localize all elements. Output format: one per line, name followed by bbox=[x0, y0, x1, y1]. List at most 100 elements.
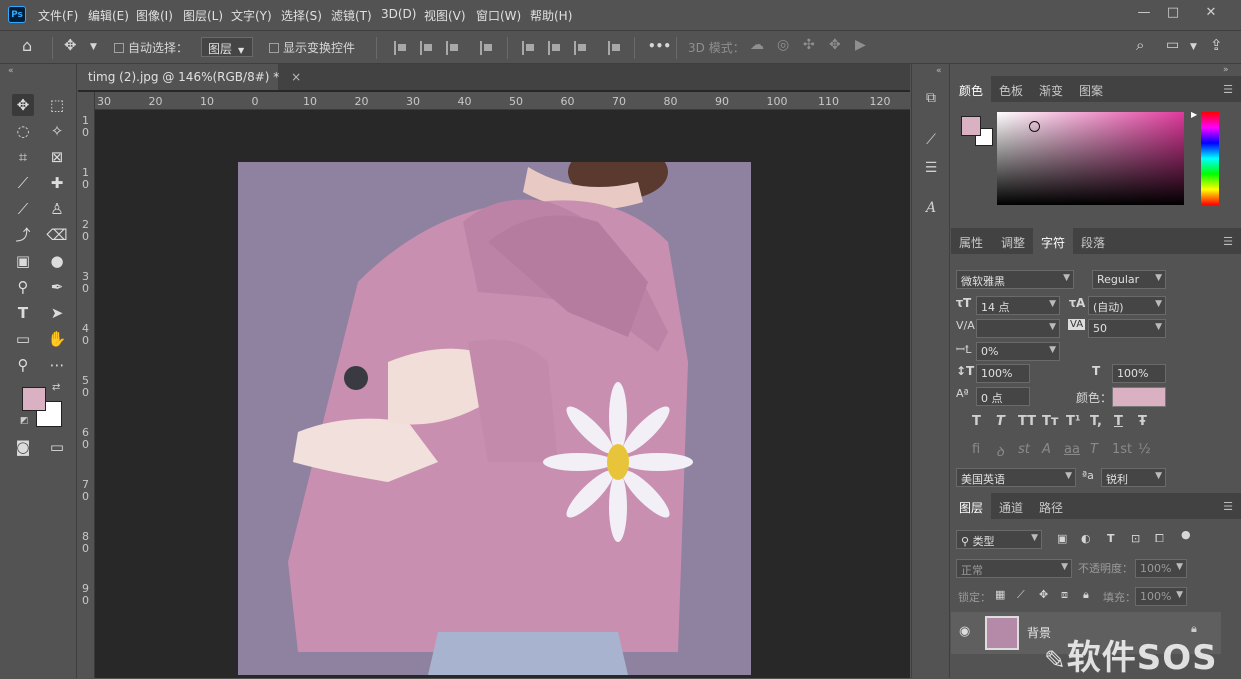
filter-shape-icon[interactable]: ⊡ bbox=[1131, 532, 1140, 545]
3d-slide-icon[interactable]: ✥ bbox=[829, 37, 841, 53]
quick-mask-icon[interactable]: ◙ bbox=[12, 436, 34, 458]
faux-bold-button[interactable]: T bbox=[972, 414, 981, 429]
menu-layer[interactable]: 图层(L) bbox=[183, 7, 223, 24]
horizontal-scale-field[interactable]: 100% bbox=[1112, 364, 1166, 383]
auto-select-dropdown[interactable]: 图层 ▼ bbox=[201, 37, 253, 57]
panel-menu-icon[interactable]: ☰ bbox=[1223, 83, 1233, 96]
color-fg-swatch[interactable] bbox=[961, 116, 981, 136]
menu-image[interactable]: 图像(I) bbox=[136, 7, 173, 24]
eyedropper-icon[interactable]: ⟋ bbox=[12, 172, 34, 194]
gradient-tool-icon[interactable]: ▣ bbox=[12, 250, 34, 272]
filter-adjustment-icon[interactable]: ◐ bbox=[1081, 532, 1091, 545]
type-tool-icon[interactable]: T bbox=[12, 302, 34, 324]
brush-tool-icon[interactable]: ⟋ bbox=[12, 198, 34, 220]
chevron-down-icon[interactable]: ▼ bbox=[1190, 42, 1197, 52]
auto-select-checkbox[interactable]: 自动选择： bbox=[114, 39, 188, 56]
marquee-tool-icon[interactable]: ⬚ bbox=[46, 94, 68, 116]
tab-channels[interactable]: 通道 bbox=[991, 493, 1031, 519]
crop-tool-icon[interactable]: ⌗ bbox=[12, 146, 34, 168]
align-left-icon[interactable] bbox=[394, 41, 408, 55]
screen-mode-icon[interactable]: ▭ bbox=[46, 436, 68, 458]
horizontal-ruler[interactable]: 30 20 10 0 10 20 30 40 50 60 70 80 90 100 110 120 bbox=[95, 92, 910, 110]
brush-settings-icon[interactable]: ⟋ bbox=[920, 132, 942, 152]
titling-alternates-button[interactable]: T bbox=[1090, 442, 1098, 457]
default-colors-icon[interactable]: ◩ bbox=[20, 416, 29, 426]
menu-3d[interactable]: 3D(D) bbox=[381, 7, 416, 21]
menu-file[interactable]: 文件(F) bbox=[38, 7, 78, 24]
align-right-icon[interactable] bbox=[446, 41, 460, 55]
workspace-icon[interactable]: ▭ bbox=[1166, 37, 1179, 53]
align-bottom-icon[interactable] bbox=[574, 41, 588, 55]
search-icon[interactable]: ⌕ bbox=[1136, 36, 1144, 54]
lock-transparent-icon[interactable]: ▦ bbox=[995, 588, 1005, 601]
menu-type[interactable]: 文字(Y) bbox=[231, 7, 272, 24]
blur-tool-icon[interactable]: ● bbox=[46, 250, 68, 272]
color-field[interactable] bbox=[997, 112, 1184, 205]
lasso-tool-icon[interactable]: ◌ bbox=[12, 120, 34, 142]
zoom-tool-icon[interactable]: ⚲ bbox=[12, 354, 34, 376]
path-selection-icon[interactable]: ➤ bbox=[46, 302, 68, 324]
font-size-field[interactable]: 14 点 ▼ bbox=[976, 296, 1060, 315]
tab-adjustments[interactable]: 调整 bbox=[993, 228, 1033, 254]
hand-tool-icon[interactable]: ✋ bbox=[46, 328, 68, 350]
menu-window[interactable]: 窗口(W) bbox=[476, 7, 521, 24]
tab-paths[interactable]: 路径 bbox=[1031, 493, 1071, 519]
distribute-icon[interactable] bbox=[480, 41, 494, 55]
ordinals-button[interactable]: 1st bbox=[1112, 442, 1132, 457]
close-window-button[interactable]: ✕ bbox=[1199, 4, 1223, 22]
show-transform-checkbox[interactable]: 显示变换控件 bbox=[269, 39, 355, 56]
eye-visibility-icon[interactable]: ◉ bbox=[959, 624, 970, 639]
lock-artboard-icon[interactable]: ⧈ bbox=[1061, 588, 1068, 602]
dodge-tool-icon[interactable]: ⚲ bbox=[12, 276, 34, 298]
fill-field[interactable]: 100% ▼ bbox=[1135, 587, 1187, 606]
pen-tool-icon[interactable]: ✒ bbox=[46, 276, 68, 298]
canvas-image[interactable] bbox=[238, 162, 751, 675]
opacity-field[interactable]: 100% ▼ bbox=[1135, 559, 1187, 578]
font-style-select[interactable]: Regular ▼ bbox=[1092, 270, 1166, 289]
lock-image-icon[interactable]: ⟋ bbox=[1017, 588, 1025, 602]
rectangle-tool-icon[interactable]: ▭ bbox=[12, 328, 34, 350]
tab-color[interactable]: 颜色 bbox=[951, 76, 992, 102]
tab-gradients[interactable]: 渐变 bbox=[1031, 76, 1071, 102]
foreground-color-swatch-top[interactable] bbox=[22, 387, 46, 411]
tab-layers[interactable]: 图层 bbox=[951, 493, 992, 519]
filter-type-icon[interactable]: T bbox=[1107, 532, 1115, 545]
subscript-button[interactable]: T, bbox=[1090, 414, 1102, 429]
menu-view[interactable]: 视图(V) bbox=[424, 7, 466, 24]
vertical-ruler[interactable]: 10102030405060708090 bbox=[78, 92, 95, 678]
menu-filter[interactable]: 滤镜(T) bbox=[331, 7, 372, 24]
small-caps-button[interactable]: Tт bbox=[1042, 414, 1058, 429]
move-tool-icon[interactable]: ✥ bbox=[64, 36, 77, 54]
tsume-field[interactable]: 0% ▼ bbox=[976, 342, 1060, 361]
underline-button[interactable]: T bbox=[1114, 414, 1123, 429]
move-tool-icon[interactable]: ✥ bbox=[12, 94, 34, 116]
layer-filter-select[interactable]: ⚲ 类型 ▼ bbox=[956, 530, 1042, 549]
leading-field[interactable]: (自动) ▼ bbox=[1088, 296, 1166, 315]
old-style-button[interactable]: st bbox=[1018, 442, 1030, 457]
hue-slider-handle-icon[interactable]: ▶ bbox=[1191, 110, 1197, 119]
more-tools-icon[interactable]: ⋯ bbox=[46, 354, 68, 376]
lock-position-icon[interactable]: ✥ bbox=[1039, 588, 1048, 601]
filter-toggle-icon[interactable]: ● bbox=[1181, 528, 1191, 541]
clone-stamp-icon[interactable]: ♙ bbox=[46, 198, 68, 220]
expand-icon[interactable]: » bbox=[1223, 65, 1229, 75]
color-picker-cursor[interactable] bbox=[1029, 121, 1040, 132]
frame-tool-icon[interactable]: ⊠ bbox=[46, 146, 68, 168]
more-options-button[interactable]: ••• bbox=[648, 39, 671, 53]
healing-brush-icon[interactable]: ✚ bbox=[46, 172, 68, 194]
history-panel-icon[interactable]: ⧉ bbox=[920, 90, 942, 110]
3d-pan-icon[interactable]: ✣ bbox=[803, 37, 815, 53]
alt-ligatures-button[interactable]: ꝺ bbox=[996, 442, 1004, 460]
superscript-button[interactable]: T¹ bbox=[1066, 414, 1081, 429]
menu-edit[interactable]: 编辑(E) bbox=[88, 7, 129, 24]
tab-patterns[interactable]: 图案 bbox=[1071, 76, 1111, 102]
minimize-button[interactable]: — bbox=[1132, 4, 1156, 22]
all-caps-button[interactable]: TT bbox=[1018, 414, 1036, 429]
panel-menu-icon[interactable]: ☰ bbox=[1223, 500, 1233, 513]
maximize-button[interactable]: □ bbox=[1161, 4, 1185, 22]
close-tab-icon[interactable]: × bbox=[291, 70, 301, 84]
share-icon[interactable]: ⇪ bbox=[1210, 36, 1223, 54]
ligatures-button[interactable]: fi bbox=[972, 442, 980, 457]
tracking-field[interactable]: 50 ▼ bbox=[1088, 319, 1166, 338]
3d-roll-icon[interactable]: ◎ bbox=[777, 37, 789, 53]
